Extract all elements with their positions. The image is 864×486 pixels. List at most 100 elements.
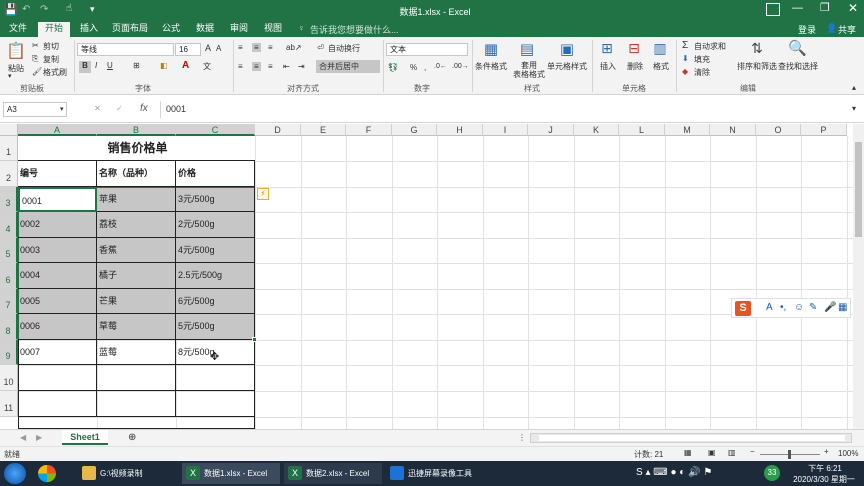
column-header-k[interactable]: K bbox=[574, 124, 619, 136]
paste-chevron-icon[interactable]: ▾ bbox=[8, 72, 12, 80]
align-top-icon[interactable]: ≡ bbox=[238, 43, 243, 52]
wrap-text-button[interactable]: 自动换行 bbox=[328, 43, 360, 54]
decrease-font-icon[interactable]: A bbox=[216, 44, 221, 53]
delete-cells-icon[interactable]: ⊟ bbox=[625, 40, 643, 58]
new-sheet-icon[interactable]: ⊕ bbox=[128, 432, 136, 443]
restore-button[interactable]: ❐ bbox=[820, 1, 830, 14]
column-header-n[interactable]: N bbox=[710, 124, 756, 136]
share-person-icon[interactable]: 👤 bbox=[826, 23, 837, 34]
horizontal-scroll-thumb[interactable] bbox=[539, 435, 845, 441]
row-header-5[interactable]: 5 bbox=[0, 238, 18, 263]
column-header-b[interactable]: B bbox=[97, 124, 176, 136]
row-header-3[interactable]: 3 bbox=[0, 187, 18, 212]
table-cell[interactable]: 苹果 bbox=[97, 187, 176, 212]
find-select-icon[interactable]: 🔍 bbox=[788, 39, 807, 57]
table-cell[interactable]: 0004 bbox=[18, 263, 97, 289]
tab-review[interactable]: 审阅 bbox=[224, 22, 254, 37]
orientation-icon[interactable]: ab↗ bbox=[286, 43, 302, 52]
column-header-f[interactable]: F bbox=[346, 124, 392, 136]
conditional-formatting-button[interactable]: 条件格式 bbox=[475, 61, 507, 72]
sogou-logo-icon[interactable]: S bbox=[735, 301, 751, 316]
sort-filter-icon[interactable]: ⇅ bbox=[748, 40, 766, 58]
tab-insert[interactable]: 插入 bbox=[74, 22, 104, 37]
start-button-icon[interactable] bbox=[4, 463, 26, 484]
table-cell[interactable]: 荔枝 bbox=[97, 212, 176, 238]
tell-me-search[interactable]: 告诉我您想要做什么... bbox=[310, 23, 399, 36]
sort-filter-button[interactable]: 排序和筛选 bbox=[737, 61, 777, 72]
column-header-j[interactable]: J bbox=[528, 124, 574, 136]
tab-split-handle[interactable]: ⋮ bbox=[518, 433, 526, 442]
table-cell[interactable]: 0003 bbox=[18, 238, 97, 263]
tab-formulas[interactable]: 公式 bbox=[156, 22, 186, 37]
column-header-o[interactable]: O bbox=[756, 124, 801, 136]
paste-icon[interactable]: 📋 bbox=[6, 41, 26, 60]
zoom-level[interactable]: 100% bbox=[838, 449, 858, 458]
zoom-in-icon[interactable]: + bbox=[824, 447, 829, 456]
column-header-l[interactable]: L bbox=[619, 124, 665, 136]
conditional-formatting-icon[interactable]: ▦ bbox=[482, 40, 500, 58]
horizontal-scrollbar[interactable] bbox=[530, 433, 852, 443]
table-cell[interactable]: 香蕉 bbox=[97, 238, 176, 263]
table-cell[interactable]: 橘子 bbox=[97, 263, 176, 289]
align-bottom-icon[interactable]: ≡ bbox=[268, 43, 273, 52]
column-header-a[interactable]: A bbox=[18, 124, 97, 136]
align-right-icon[interactable]: ≡ bbox=[268, 62, 273, 71]
copy-button[interactable]: 复制 bbox=[43, 54, 59, 65]
table-cell[interactable]: 蓝莓 bbox=[97, 340, 176, 365]
accounting-format-icon[interactable]: 💱 bbox=[388, 63, 398, 72]
table-cell[interactable]: 3元/500g bbox=[176, 187, 255, 212]
table-cell[interactable]: 2.5元/500g bbox=[176, 263, 255, 289]
page-layout-view-icon[interactable]: ▣ bbox=[708, 448, 716, 457]
autosum-icon[interactable]: Σ bbox=[682, 40, 688, 51]
table-cell[interactable] bbox=[176, 365, 255, 391]
decrease-indent-icon[interactable]: ⇤ bbox=[283, 62, 290, 71]
table-header-cell[interactable]: 名称（品种） bbox=[97, 161, 176, 187]
underline-button[interactable]: U bbox=[107, 61, 113, 70]
insert-cells-button[interactable]: 插入 bbox=[600, 61, 616, 72]
tab-data[interactable]: 数据 bbox=[190, 22, 220, 37]
increase-decimal-icon[interactable]: .0← bbox=[434, 63, 447, 70]
row-header-8[interactable]: 8 bbox=[0, 314, 18, 340]
increase-indent-icon[interactable]: ⇥ bbox=[298, 62, 305, 71]
column-header-i[interactable]: I bbox=[483, 124, 528, 136]
redo-icon[interactable]: ↷ bbox=[40, 4, 48, 15]
vertical-scrollbar[interactable] bbox=[853, 124, 864, 429]
number-format-select[interactable]: 文本 bbox=[386, 43, 468, 56]
ime-punctuation-icon[interactable]: •, bbox=[780, 302, 786, 313]
scroll-sheets-left-icon[interactable]: ◀ bbox=[20, 433, 26, 442]
tray-icons[interactable]: S ▴ ⌨ ● ◐ 🔊 ⚑ bbox=[636, 467, 712, 478]
insert-function-button[interactable]: fx bbox=[140, 103, 148, 114]
tab-home[interactable]: 开始 bbox=[38, 22, 70, 37]
font-size-select[interactable]: 16 bbox=[175, 43, 201, 56]
taskbar-date[interactable]: 2020/3/30 星期一 bbox=[784, 474, 864, 485]
column-header-e[interactable]: E bbox=[301, 124, 346, 136]
italic-button[interactable]: I bbox=[95, 61, 97, 70]
worksheet-grid[interactable]: ABCDEFGHIJKLMNOP 1 2 3 4 5 6 7 8 9 10 11 销售价格单 编号 名称… bbox=[0, 124, 864, 429]
cancel-entry-icon[interactable]: ✕ bbox=[94, 104, 101, 113]
format-as-table-button[interactable]: 套用 表格格式 bbox=[513, 61, 545, 79]
expand-formula-bar-icon[interactable]: ▾ bbox=[852, 104, 856, 113]
table-title[interactable]: 销售价格单 bbox=[18, 136, 255, 161]
page-break-view-icon[interactable]: ▥ bbox=[728, 448, 736, 457]
table-cell[interactable]: 4元/500g bbox=[176, 238, 255, 263]
format-painter-button[interactable]: 格式刷 bbox=[43, 67, 67, 78]
ime-skin-icon[interactable]: ✎ bbox=[809, 302, 817, 313]
font-name-select[interactable]: 等线 bbox=[77, 43, 174, 56]
table-cell[interactable] bbox=[176, 391, 255, 417]
table-cell[interactable]: 草莓 bbox=[97, 314, 176, 340]
fill-color-icon[interactable]: ◧ bbox=[160, 61, 168, 70]
align-middle-icon[interactable]: ≡ bbox=[252, 43, 261, 52]
percent-icon[interactable]: % bbox=[410, 63, 417, 72]
bold-button[interactable]: B bbox=[79, 61, 91, 73]
scroll-sheets-right-icon[interactable]: ▶ bbox=[36, 433, 42, 442]
tab-file[interactable]: 文件 bbox=[4, 22, 32, 37]
column-header-c[interactable]: C bbox=[176, 124, 255, 136]
table-cell[interactable]: 2元/500g bbox=[176, 212, 255, 238]
format-cells-icon[interactable]: ▥ bbox=[651, 40, 669, 58]
clear-button[interactable]: 清除 bbox=[694, 67, 710, 78]
format-painter-icon[interactable]: 🖌 bbox=[32, 67, 42, 76]
zoom-slider-thumb[interactable] bbox=[788, 450, 791, 459]
browser-icon[interactable] bbox=[38, 465, 56, 482]
ime-voice-icon[interactable]: 🎤 bbox=[824, 302, 836, 313]
tab-view[interactable]: 视图 bbox=[258, 22, 288, 37]
